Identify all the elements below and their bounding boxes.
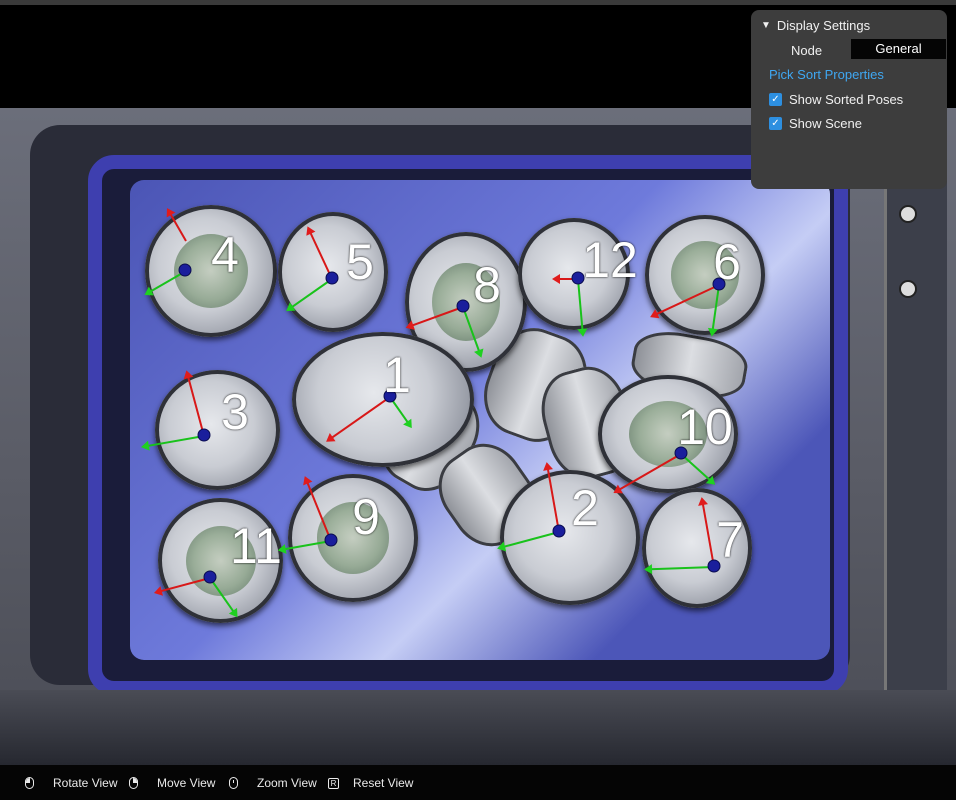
checkbox-checked-icon[interactable]: ✓ [769, 117, 782, 130]
mouse-left-icon [25, 777, 34, 789]
mouse-wheel-icon [229, 777, 238, 789]
rotate-view-label: Rotate View [53, 776, 118, 790]
pose-label: 8 [473, 257, 501, 313]
show-scene-label: Show Scene [789, 116, 862, 131]
show-scene-toggle[interactable]: ✓ Show Scene [769, 116, 862, 131]
pose-label: 1 [383, 347, 411, 403]
right-frame [884, 180, 947, 740]
pose-center-marker[interactable] [324, 533, 338, 547]
scene-bottom [0, 690, 956, 765]
show-sorted-poses-toggle[interactable]: ✓ Show Sorted Poses [769, 92, 903, 107]
rotate-view-hint: Rotate View [25, 776, 117, 790]
move-view-hint: Move View [129, 776, 215, 790]
show-sorted-poses-label: Show Sorted Poses [789, 92, 904, 107]
reset-view-hint: R Reset View [328, 776, 413, 790]
node-label: Node [791, 43, 823, 58]
move-view-label: Move View [157, 776, 216, 790]
bolt [899, 205, 917, 223]
r-key-icon: R [328, 777, 339, 789]
collapse-triangle-icon[interactable]: ▼ [761, 20, 771, 31]
pick-sort-properties-link[interactable]: Pick Sort Properties [769, 67, 884, 82]
pose-center-marker[interactable] [456, 299, 470, 313]
zoom-view-hint: Zoom View [229, 776, 317, 790]
zoom-view-label: Zoom View [257, 776, 317, 790]
view-controls-bar: Rotate View Move View Zoom View R Reset … [0, 765, 956, 800]
pose-label: 3 [221, 384, 249, 440]
pose-label: 12 [582, 232, 638, 288]
pose-label: 10 [677, 399, 733, 455]
pose-center-marker[interactable] [178, 263, 192, 277]
mouse-right-icon [129, 777, 138, 789]
reset-view-label: Reset View [353, 776, 414, 790]
node-select[interactable]: General [851, 39, 946, 59]
display-settings-panel: ▼ Display Settings Node General Pick Sor… [751, 10, 947, 189]
pose-label: 9 [352, 489, 380, 545]
pose-label: 2 [571, 480, 599, 536]
pose-center-marker[interactable] [197, 428, 211, 442]
pose-label: 7 [716, 512, 744, 568]
pose-disc [155, 370, 280, 490]
pose-label: 6 [713, 234, 741, 290]
viewport-top-strip [0, 0, 956, 5]
pose-label: 11 [230, 518, 282, 574]
pose-label: 5 [346, 234, 374, 290]
display-settings-title: Display Settings [776, 18, 871, 33]
bolt [899, 280, 917, 298]
checkbox-checked-icon[interactable]: ✓ [769, 93, 782, 106]
display-settings-header[interactable]: ▼ Display Settings [761, 18, 870, 33]
pose-label: 4 [211, 227, 239, 283]
pose-center-marker[interactable] [203, 570, 217, 584]
pose-center-marker[interactable] [325, 271, 339, 285]
pose-disc [645, 215, 765, 335]
pose-center-marker[interactable] [552, 524, 566, 538]
